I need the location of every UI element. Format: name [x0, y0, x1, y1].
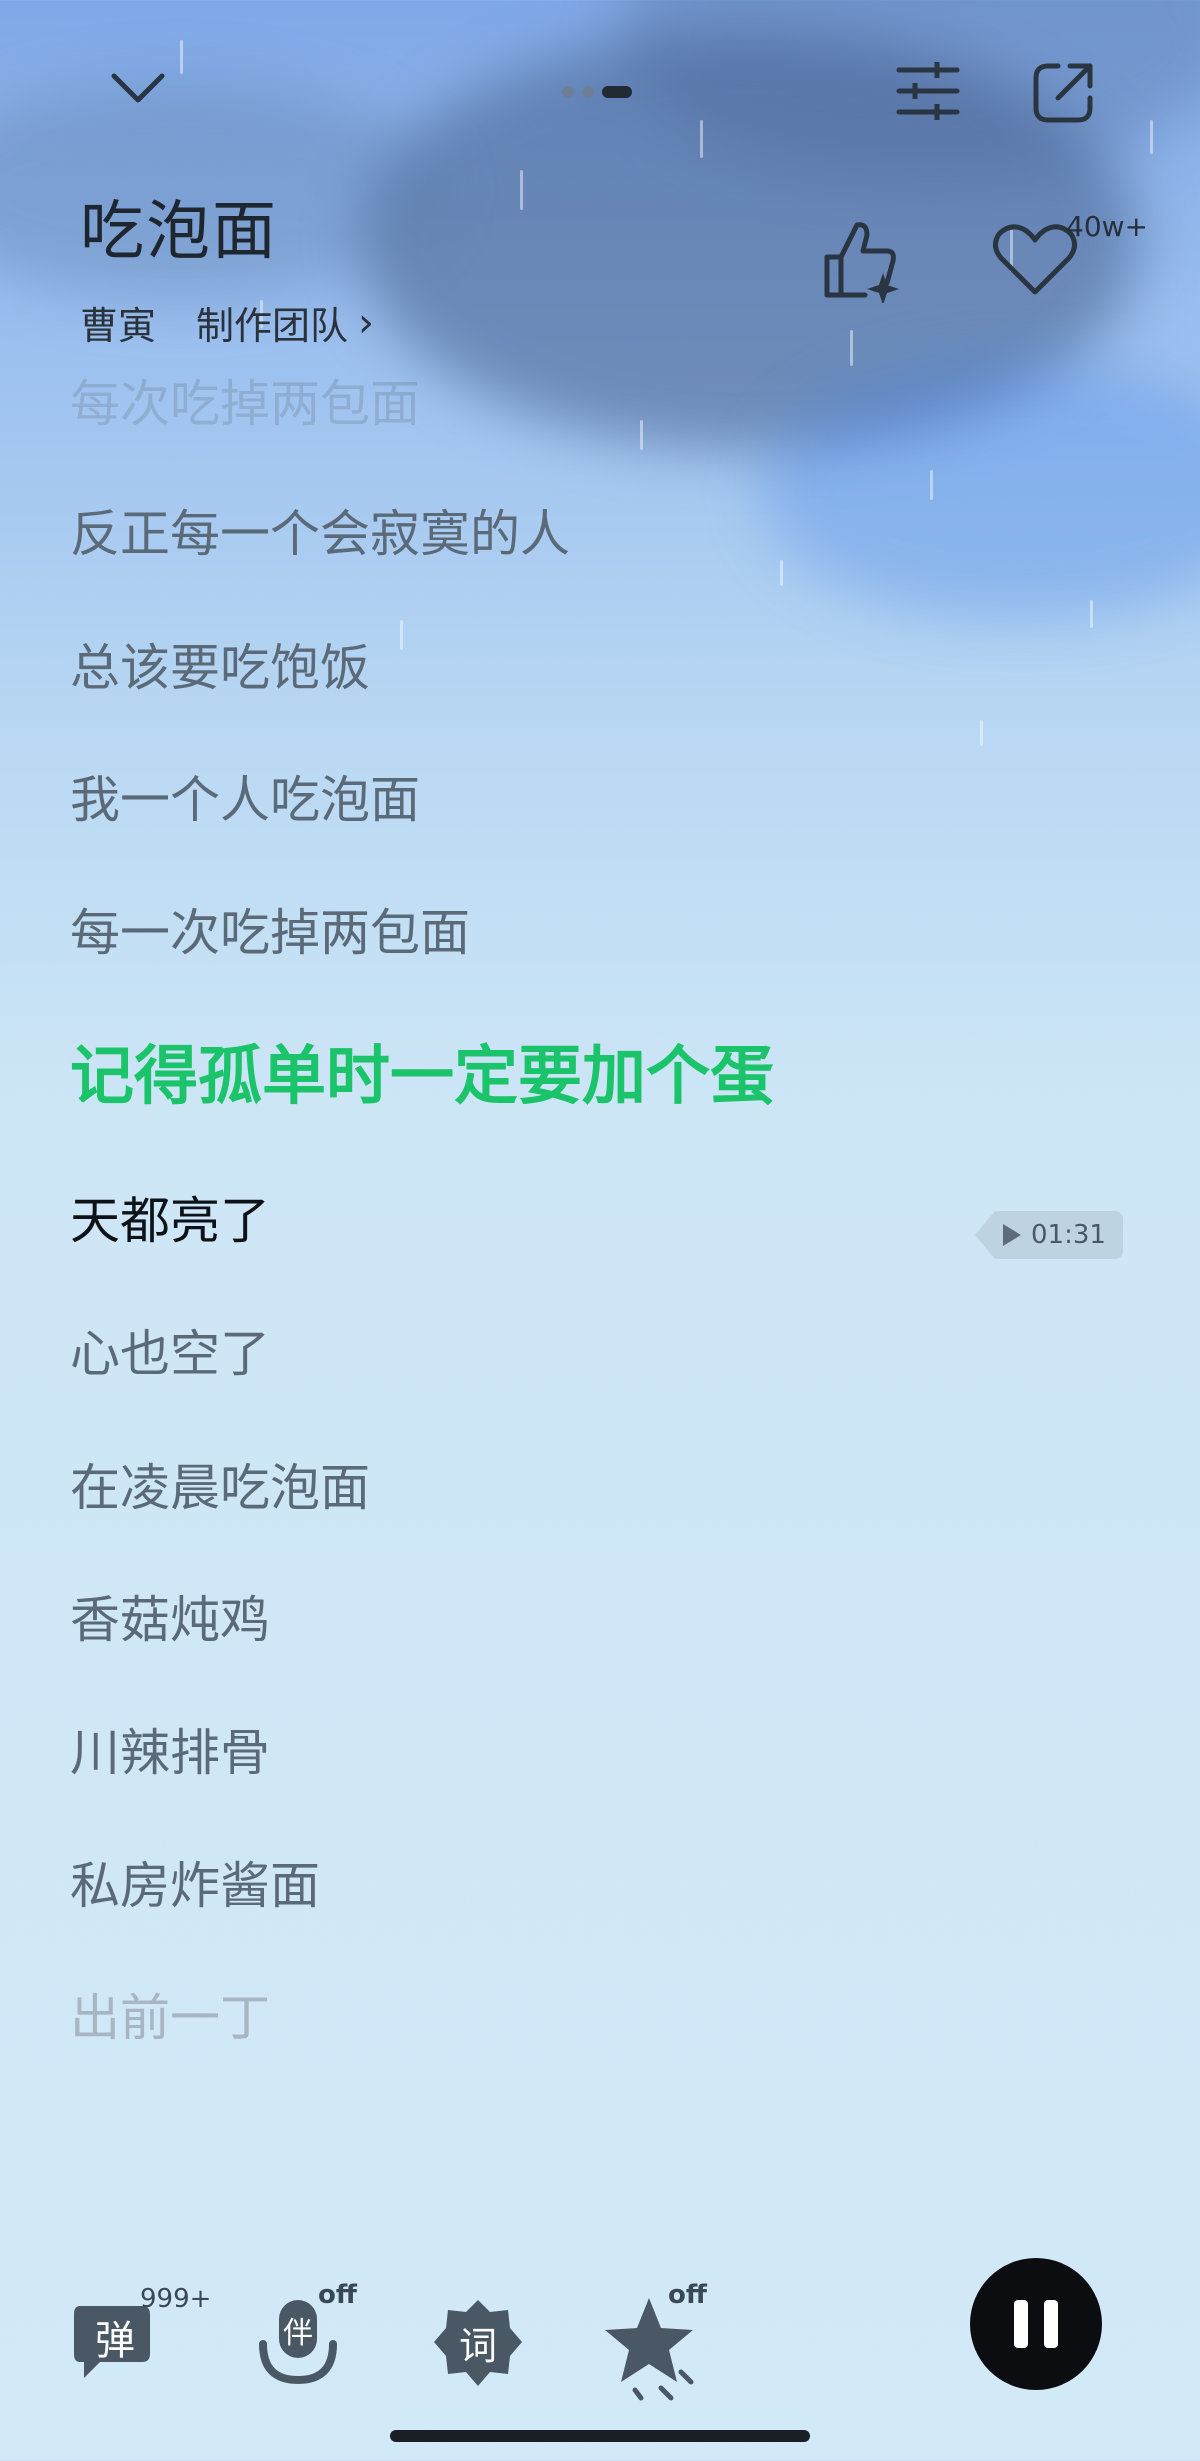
artist-row: 曹寅 制作团队 › [80, 295, 374, 350]
lyric-line[interactable]: 在凌晨吃泡面 [70, 1448, 370, 1520]
thumbs-up-sparkle-icon[interactable] [815, 215, 905, 305]
page-indicator [562, 86, 632, 98]
lyric-line[interactable]: 出前一丁 [70, 1978, 270, 2050]
lyric-line[interactable]: 香菇炖鸡 [70, 1580, 270, 1652]
equalizer-settings-icon[interactable] [890, 58, 966, 124]
lyric-line[interactable]: 每次吃掉两包面 [70, 364, 420, 436]
home-indicator[interactable] [390, 2430, 810, 2442]
page-dot [582, 86, 594, 98]
lyric-line[interactable]: 川辣排骨 [70, 1713, 270, 1785]
pause-icon-bar [1014, 2300, 1028, 2348]
lyric-line[interactable]: 我一个人吃泡面 [70, 760, 420, 832]
pause-icon-bar [1044, 2300, 1058, 2348]
play-icon [1003, 1224, 1021, 1246]
accompany-state: off [318, 2280, 357, 2310]
seek-time: 01:31 [1031, 1220, 1106, 1250]
pause-button[interactable] [970, 2258, 1102, 2390]
lyric-line[interactable]: 私房炸酱面 [70, 1846, 320, 1918]
collapse-chevron-icon[interactable] [100, 60, 175, 115]
lyric-line[interactable]: 每一次吃掉两包面 [70, 893, 470, 965]
lyric-line-current[interactable]: 记得孤单时一定要加个蛋 [70, 1025, 774, 1117]
lyric-line-next[interactable]: 天都亮了 [70, 1181, 270, 1253]
lyric-line[interactable]: 反正每一个会寂寞的人 [70, 494, 570, 566]
effect-state: off [668, 2280, 707, 2310]
lyric-style-label: 词 [458, 2323, 497, 2368]
share-icon[interactable] [1025, 55, 1101, 131]
song-title: 吃泡面 [80, 195, 278, 269]
production-team-link[interactable]: 制作团队 [196, 295, 348, 350]
danmaku-count-badge: 999+ [140, 2284, 212, 2314]
artist-name[interactable]: 曹寅 [80, 295, 156, 350]
accompany-label: 伴 [283, 2316, 313, 2351]
lyric-line[interactable]: 心也空了 [70, 1314, 270, 1386]
lyric-line[interactable]: 总该要吃饱饭 [70, 628, 370, 700]
danmaku-label: 弹 [95, 2318, 135, 2364]
page-dot-active [602, 86, 632, 98]
chevron-right-icon: › [358, 299, 375, 346]
lyric-style-button[interactable]: 词 [430, 2296, 526, 2392]
like-count: 40w+ [1066, 210, 1148, 243]
seek-to-line-chip[interactable]: 01:31 [975, 1211, 1123, 1259]
page-dot [562, 86, 574, 98]
